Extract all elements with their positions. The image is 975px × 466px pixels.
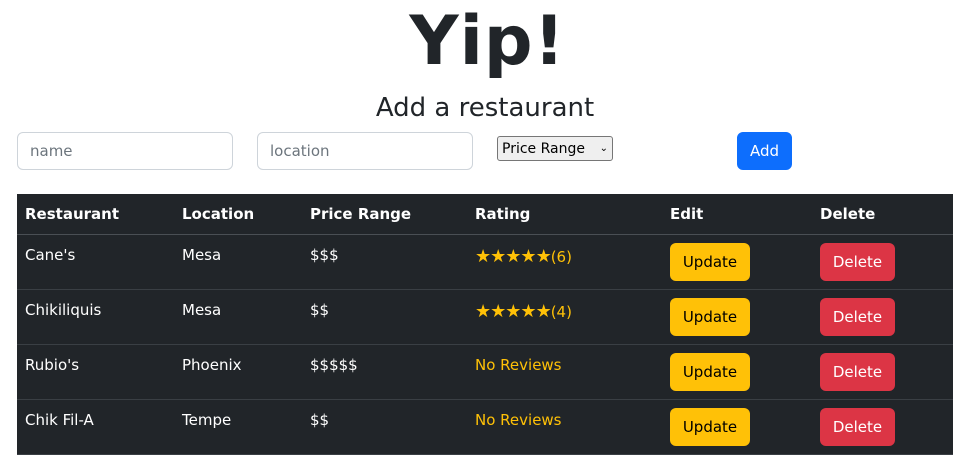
- restaurant-name-cell[interactable]: Rubio's: [17, 344, 174, 400]
- review-count: (4): [550, 302, 572, 321]
- star-icon: ★: [490, 245, 506, 267]
- rating-cell: ★★★★★(4): [467, 289, 662, 345]
- rating-cell: No Reviews: [467, 399, 662, 455]
- column-header-location: Location: [174, 194, 302, 235]
- add-restaurant-heading: Add a restaurant: [375, 93, 595, 123]
- star-icon: ★: [535, 300, 552, 322]
- restaurant-name-cell[interactable]: Chik Fil-A: [17, 399, 174, 455]
- column-header-restaurant: Restaurant: [17, 194, 174, 235]
- star-icon: ★: [520, 245, 536, 267]
- review-count: (6): [550, 247, 572, 266]
- update-button[interactable]: Update: [670, 352, 750, 391]
- delete-button[interactable]: Delete: [820, 352, 895, 391]
- price-range-select[interactable]: Price Range ⌄: [497, 136, 613, 161]
- name-input[interactable]: [17, 132, 233, 170]
- delete-cell: Delete: [812, 289, 953, 345]
- column-header-rating: Rating: [467, 194, 662, 235]
- edit-cell: Update: [662, 399, 812, 455]
- column-header-price-range: Price Range: [302, 194, 467, 235]
- delete-cell: Delete: [812, 399, 953, 455]
- delete-button[interactable]: Delete: [820, 297, 895, 336]
- price-range-cell: $$: [302, 289, 467, 345]
- column-header-edit: Edit: [662, 194, 812, 235]
- location-cell: Mesa: [174, 234, 302, 290]
- delete-cell: Delete: [812, 234, 953, 290]
- app-title: Yip!: [409, 2, 566, 81]
- table-row: Rubio's Phoenix $$$$$ No Reviews Update …: [17, 344, 953, 400]
- update-button[interactable]: Update: [670, 297, 750, 336]
- no-reviews-label: No Reviews: [475, 410, 562, 429]
- edit-cell: Update: [662, 344, 812, 400]
- delete-button[interactable]: Delete: [820, 242, 895, 281]
- star-rating: ★★★★★: [475, 300, 552, 322]
- rating-cell: ★★★★★(6): [467, 234, 662, 290]
- location-input[interactable]: [257, 132, 473, 170]
- add-button[interactable]: Add: [737, 132, 792, 170]
- edit-cell: Update: [662, 234, 812, 290]
- star-icon: ★: [505, 300, 521, 322]
- star-icon: ★: [475, 300, 491, 322]
- star-icon: ★: [475, 245, 491, 267]
- no-reviews-label: No Reviews: [475, 355, 562, 374]
- location-cell: Mesa: [174, 289, 302, 345]
- column-header-delete: Delete: [812, 194, 953, 235]
- update-button[interactable]: Update: [670, 407, 750, 446]
- edit-cell: Update: [662, 289, 812, 345]
- table-header-row: Restaurant Location Price Range Rating E…: [17, 194, 953, 235]
- update-button[interactable]: Update: [670, 242, 750, 281]
- price-range-cell: $$$: [302, 234, 467, 290]
- restaurant-name-cell[interactable]: Cane's: [17, 234, 174, 290]
- rating-cell: No Reviews: [467, 344, 662, 400]
- price-range-cell: $$: [302, 399, 467, 455]
- location-cell: Tempe: [174, 399, 302, 455]
- table-row: Chikiliquis Mesa $$ ★★★★★(4) Update Dele…: [17, 289, 953, 345]
- star-icon: ★: [490, 300, 506, 322]
- location-cell: Phoenix: [174, 344, 302, 400]
- price-range-select-label: Price Range: [502, 140, 585, 157]
- star-icon: ★: [520, 300, 536, 322]
- price-range-cell: $$$$$: [302, 344, 467, 400]
- star-icon: ★: [505, 245, 521, 267]
- star-rating: ★★★★★: [475, 245, 552, 267]
- table-row: Cane's Mesa $$$ ★★★★★(6) Update Delete: [17, 234, 953, 290]
- chevron-down-icon: ⌄: [599, 143, 608, 154]
- restaurant-name-cell[interactable]: Chikiliquis: [17, 289, 174, 345]
- restaurants-table: Restaurant Location Price Range Rating E…: [17, 194, 953, 455]
- delete-cell: Delete: [812, 344, 953, 400]
- table-row: Chik Fil-A Tempe $$ No Reviews Update De…: [17, 399, 953, 455]
- star-icon: ★: [535, 245, 552, 267]
- delete-button[interactable]: Delete: [820, 407, 895, 446]
